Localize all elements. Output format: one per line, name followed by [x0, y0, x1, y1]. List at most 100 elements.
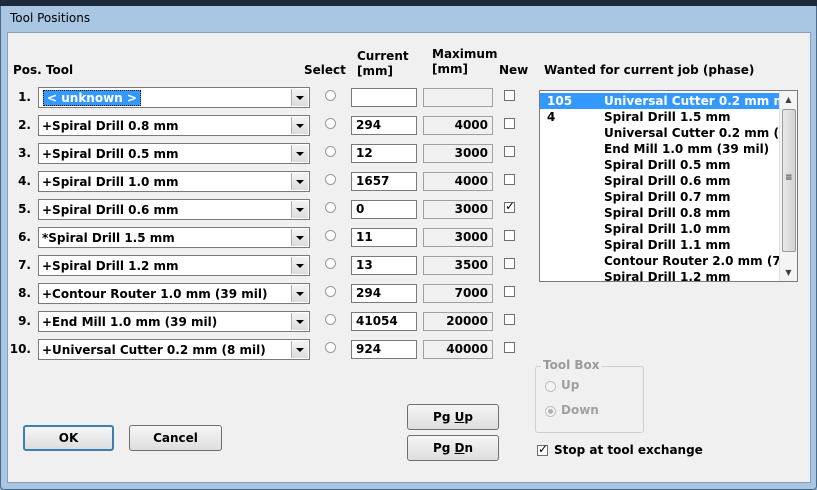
- row-select-radio[interactable]: [325, 342, 336, 353]
- tool-select-dropdown[interactable]: +Spiral Drill 0.6 mm: [38, 199, 310, 220]
- row-position-label: 10.: [9, 342, 31, 356]
- chevron-down-icon[interactable]: [291, 145, 308, 162]
- page-up-button[interactable]: Pg Up: [407, 404, 499, 430]
- row-position-label: 1.: [18, 90, 31, 104]
- row-position-label: 8.: [18, 286, 31, 300]
- wanted-list-item[interactable]: Spiral Drill 0.5 mm: [540, 157, 781, 173]
- tool-select-value: +Spiral Drill 0.5 mm: [42, 147, 179, 161]
- tool-select-dropdown[interactable]: +Universal Cutter 0.2 mm (8 mil): [38, 339, 310, 360]
- row-select-radio[interactable]: [325, 118, 336, 129]
- wanted-list-item[interactable]: Spiral Drill 1.2 mm: [540, 269, 781, 282]
- tool-select-dropdown[interactable]: +Spiral Drill 0.5 mm: [38, 143, 310, 164]
- chevron-down-icon[interactable]: [291, 313, 308, 330]
- wanted-list-item[interactable]: Universal Cutter 0.2 mm (8: [540, 125, 781, 141]
- new-tool-checkbox[interactable]: [504, 258, 515, 269]
- tool-select-dropdown[interactable]: +Contour Router 1.0 mm (39 mil): [38, 283, 310, 304]
- tool-select-value: +Spiral Drill 0.6 mm: [42, 203, 179, 217]
- tool-select-value: *Spiral Drill 1.5 mm: [42, 231, 175, 245]
- ok-button[interactable]: OK: [23, 425, 114, 451]
- wanted-list-item[interactable]: Spiral Drill 0.8 mm: [540, 205, 781, 221]
- toolbox-up-radio[interactable]: [545, 381, 556, 392]
- current-mm-input[interactable]: 11: [351, 228, 417, 247]
- page-down-button[interactable]: Pg Dn: [407, 435, 499, 461]
- tool-select-dropdown[interactable]: +End Mill 1.0 mm (39 mil): [38, 311, 310, 332]
- wanted-item-name: Spiral Drill 0.6 mm: [604, 174, 731, 188]
- scroll-up-arrow-icon[interactable]: ▲: [780, 91, 797, 108]
- stop-at-tool-exchange-label: Stop at tool exchange: [554, 443, 703, 457]
- chevron-down-icon[interactable]: [291, 201, 308, 218]
- new-tool-checkbox[interactable]: [504, 118, 515, 129]
- new-tool-checkbox[interactable]: [504, 90, 515, 101]
- row-select-radio[interactable]: [325, 230, 336, 241]
- tool-select-dropdown[interactable]: +Spiral Drill 0.8 mm: [38, 115, 310, 136]
- maximum-mm-field: [423, 88, 493, 107]
- maximum-mm-field: 20000: [423, 312, 493, 331]
- header-wanted: Wanted for current job (phase): [544, 63, 755, 77]
- new-tool-checkbox[interactable]: [504, 230, 515, 241]
- new-tool-checkbox[interactable]: [504, 286, 515, 297]
- scroll-down-arrow-icon[interactable]: ▼: [780, 264, 797, 281]
- wanted-list-item[interactable]: Spiral Drill 0.6 mm: [540, 173, 781, 189]
- chevron-down-icon[interactable]: [291, 173, 308, 190]
- current-mm-input[interactable]: 294: [351, 116, 417, 135]
- chevron-down-icon[interactable]: [291, 285, 308, 302]
- tool-select-value: +Spiral Drill 1.2 mm: [42, 259, 179, 273]
- wanted-item-name: Spiral Drill 1.2 mm: [604, 270, 731, 282]
- new-tool-checkbox[interactable]: [504, 314, 515, 325]
- scrollbar-thumb[interactable]: ≡: [782, 109, 796, 252]
- current-mm-input[interactable]: 12: [351, 144, 417, 163]
- current-mm-input[interactable]: 294: [351, 284, 417, 303]
- current-mm-input[interactable]: 0: [351, 200, 417, 219]
- current-mm-input[interactable]: 1657: [351, 172, 417, 191]
- chevron-down-icon[interactable]: [291, 229, 308, 246]
- tool-select-dropdown[interactable]: *Spiral Drill 1.5 mm: [38, 227, 310, 248]
- row-position-label: 9.: [18, 314, 31, 328]
- cancel-button[interactable]: Cancel: [129, 425, 222, 451]
- maximum-mm-field: 3000: [423, 228, 493, 247]
- row-select-radio[interactable]: [325, 174, 336, 185]
- stop-at-tool-exchange-checkbox[interactable]: [537, 442, 548, 456]
- wanted-list-scrollbar[interactable]: ▲ ≡ ▼: [779, 91, 797, 281]
- new-tool-checkbox[interactable]: [504, 199, 515, 213]
- row-select-radio[interactable]: [325, 202, 336, 213]
- wanted-list-item[interactable]: Spiral Drill 1.1 mm: [540, 237, 781, 253]
- chevron-down-icon[interactable]: [291, 341, 308, 358]
- row-select-radio[interactable]: [325, 90, 336, 101]
- new-tool-checkbox[interactable]: [504, 174, 515, 185]
- maximum-mm-field: 3500: [423, 256, 493, 275]
- toolbox-down-radio[interactable]: [545, 406, 556, 417]
- chevron-down-icon[interactable]: [291, 257, 308, 274]
- chevron-down-icon[interactable]: [291, 117, 308, 134]
- row-select-radio[interactable]: [325, 314, 336, 325]
- maximum-mm-field: 3000: [423, 144, 493, 163]
- current-mm-input[interactable]: 924: [351, 340, 417, 359]
- row-select-radio[interactable]: [325, 258, 336, 269]
- tool-select-dropdown[interactable]: < unknown >: [38, 87, 310, 108]
- chevron-down-icon[interactable]: [291, 89, 308, 106]
- wanted-list-item[interactable]: 4 Spiral Drill 1.5 mm: [540, 109, 781, 125]
- title-bar[interactable]: Tool Positions: [2, 4, 813, 30]
- window-title: Tool Positions: [10, 11, 91, 25]
- wanted-list-item[interactable]: End Mill 1.0 mm (39 mil): [540, 141, 781, 157]
- wanted-list-item[interactable]: Spiral Drill 0.7 mm: [540, 189, 781, 205]
- wanted-list-item[interactable]: Contour Router 2.0 mm (79: [540, 253, 781, 269]
- header-new: New: [499, 63, 529, 77]
- tool-select-value: < unknown >: [43, 90, 141, 106]
- row-select-radio[interactable]: [325, 286, 336, 297]
- new-tool-checkbox[interactable]: [504, 342, 515, 353]
- toolbox-title: Tool Box: [541, 358, 602, 372]
- tool-select-dropdown[interactable]: +Spiral Drill 1.0 mm: [38, 171, 310, 192]
- wanted-item-name: Universal Cutter 0.2 mm ma: [604, 94, 781, 108]
- wanted-item-name: Spiral Drill 0.8 mm: [604, 206, 731, 220]
- maximum-mm-field: 4000: [423, 116, 493, 135]
- wanted-list-item[interactable]: Spiral Drill 1.0 mm: [540, 221, 781, 237]
- current-mm-input[interactable]: [351, 88, 417, 107]
- row-position-label: 2.: [18, 118, 31, 132]
- tool-select-dropdown[interactable]: +Spiral Drill 1.2 mm: [38, 255, 310, 276]
- current-mm-input[interactable]: 13: [351, 256, 417, 275]
- new-tool-checkbox[interactable]: [504, 146, 515, 157]
- current-mm-input[interactable]: 41054: [351, 312, 417, 331]
- row-select-radio[interactable]: [325, 146, 336, 157]
- wanted-list-item[interactable]: 105 Universal Cutter 0.2 mm ma: [540, 93, 781, 109]
- wanted-tools-listbox[interactable]: 105 Universal Cutter 0.2 mm ma 4 Spiral Dri…: [539, 90, 798, 282]
